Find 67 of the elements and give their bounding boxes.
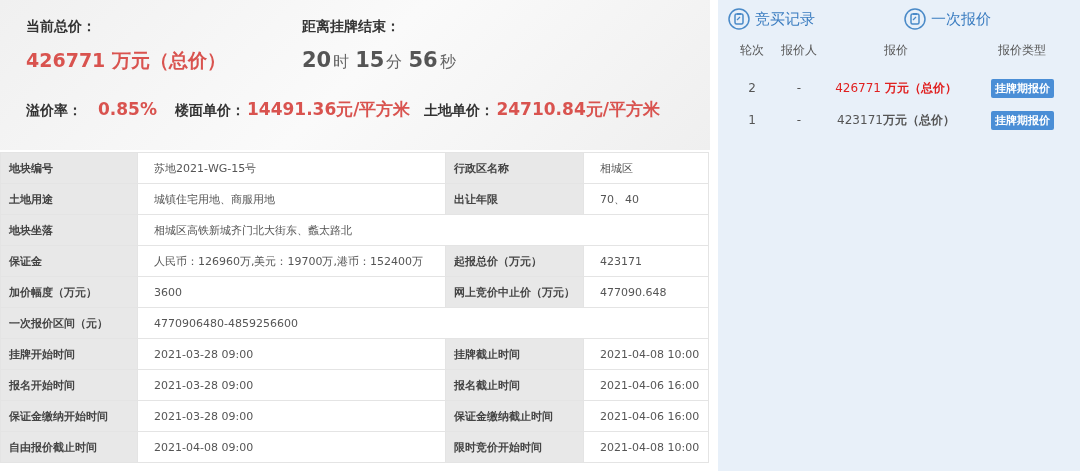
field-label: 地块编号	[0, 152, 138, 184]
field-value: 2021-04-08 10:00	[583, 431, 709, 463]
field-label: 限时竞价开始时间	[445, 431, 584, 463]
countdown-number: 56	[408, 48, 438, 72]
field-value: 2021-03-28 09:00	[137, 369, 446, 401]
field-value: 2021-03-28 09:00	[137, 400, 446, 432]
column-header: 报价	[883, 41, 909, 59]
bid-price: 423171万元（总价）	[837, 111, 955, 129]
stat-label: 土地单价：	[424, 102, 495, 120]
bid-price: 426771 万元（总价）	[835, 79, 957, 97]
label: 当前总价：	[26, 18, 96, 36]
countdown-number: 15	[355, 48, 385, 72]
stat-value: 0.85%	[98, 99, 157, 119]
field-value: 苏地2021-WG-15号	[137, 152, 446, 184]
clipboard-icon	[904, 8, 926, 30]
time-unit: 分	[386, 52, 403, 73]
bid-type-badge: 挂牌期报价	[990, 110, 1054, 130]
field-value: 相城区	[583, 152, 709, 184]
field-value: 2021-04-06 16:00	[583, 369, 709, 401]
field-label: 网上竞价中止价（万元）	[445, 276, 584, 308]
field-label: 挂牌截止时间	[445, 338, 584, 370]
field-label: 保证金缴纳截止时间	[445, 400, 584, 432]
field-label: 保证金缴纳开始时间	[0, 400, 138, 432]
tab[interactable]: 竞买记录	[728, 8, 904, 30]
field-label: 报名开始时间	[0, 369, 138, 401]
field-label: 保证金	[0, 245, 138, 277]
bid-type-badge: 挂牌期报价	[990, 78, 1054, 98]
bidder: -	[796, 113, 802, 127]
field-value: 城镇住宅用地、商服用地	[137, 183, 446, 215]
field-value: 人民币：126960万,美元：19700万,港币：152400万	[137, 245, 446, 277]
column-header: 报价类型	[997, 41, 1047, 59]
round-number: 2	[748, 81, 756, 95]
total-price: 426771 万元（总价）	[26, 48, 226, 73]
bidder: -	[796, 81, 802, 95]
label: 距离挂牌结束：	[302, 18, 400, 36]
field-label: 报名截止时间	[445, 369, 584, 401]
time-unit: 秒	[439, 52, 456, 73]
field-value: 2021-03-28 09:00	[137, 338, 446, 370]
column-header: 报价人	[780, 41, 818, 59]
field-label: 起报总价（万元）	[445, 245, 584, 277]
column-header: 轮次	[739, 41, 765, 59]
countdown-number: 20	[302, 48, 332, 72]
field-label: 出让年限	[445, 183, 584, 215]
field-value: 4770906480-4859256600	[137, 307, 709, 339]
field-label: 自由报价截止时间	[0, 431, 138, 463]
stat-value: 24710.84元/平方米	[496, 98, 660, 121]
field-label: 地块坐落	[0, 214, 138, 246]
field-value: 2021-04-06 16:00	[583, 400, 709, 432]
stat-value: 14491.36元/平方米	[247, 98, 411, 121]
clipboard-icon	[728, 8, 750, 30]
field-label: 加价幅度（万元）	[0, 276, 138, 308]
field-label: 土地用途	[0, 183, 138, 215]
stat-label: 楼面单价：	[175, 102, 245, 120]
time-unit: 时	[333, 52, 350, 73]
field-value: 2021-04-08 10:00	[583, 338, 709, 370]
field-value: 相城区高铁新城齐门北大街东、蠡太路北	[137, 214, 709, 246]
field-value: 423171	[583, 245, 709, 277]
field-label: 一次报价区间（元）	[0, 307, 138, 339]
field-value: 70、40	[583, 183, 709, 215]
field-label: 行政区名称	[445, 152, 584, 184]
field-value: 2021-04-08 09:00	[137, 431, 446, 463]
tab[interactable]: 一次报价	[904, 8, 1080, 30]
field-value: 3600	[137, 276, 446, 308]
field-label: 挂牌开始时间	[0, 338, 138, 370]
field-value: 477090.648	[583, 276, 709, 308]
stat-label: 溢价率：	[26, 102, 82, 120]
round-number: 1	[748, 113, 756, 127]
